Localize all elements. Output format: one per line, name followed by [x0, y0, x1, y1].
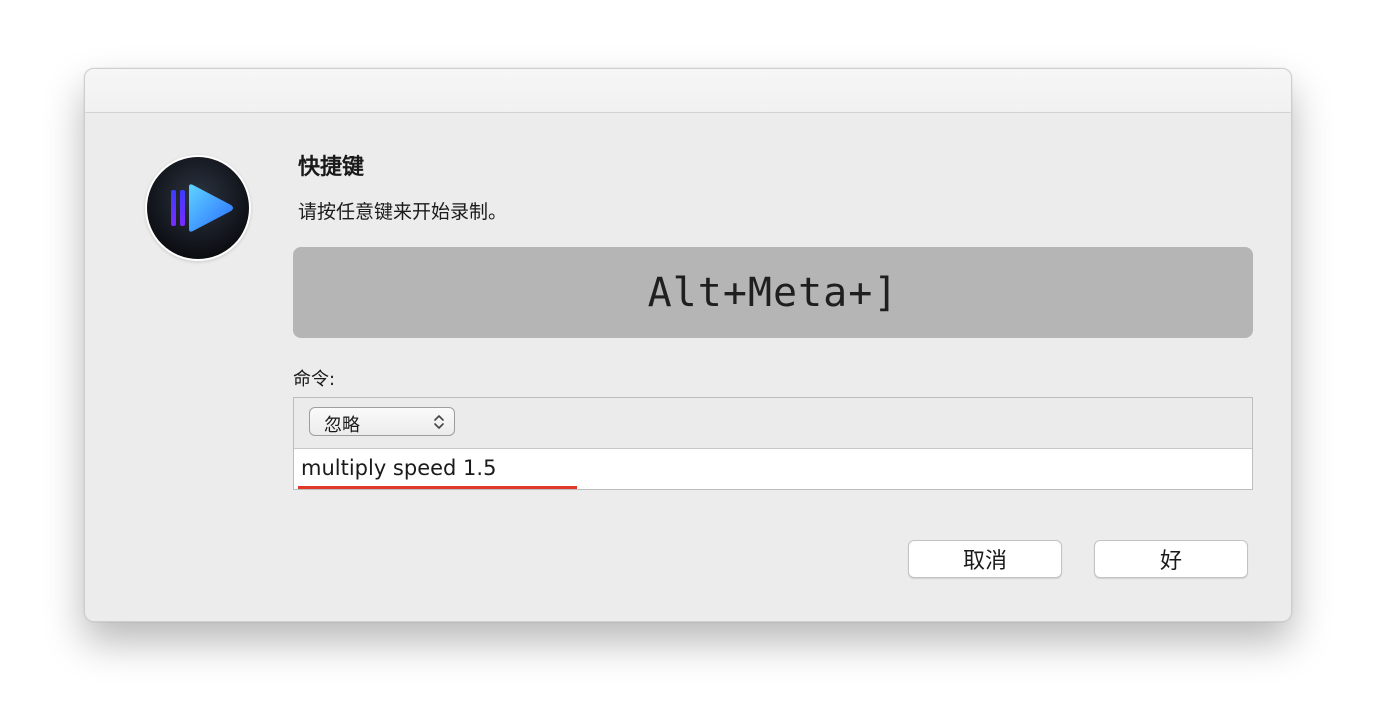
command-type-select[interactable]: 忽略 [309, 407, 455, 436]
iina-app-icon [145, 155, 251, 261]
dialog-instructions: 请按任意键来开始录制。 [298, 201, 508, 223]
spellcheck-underline [298, 486, 577, 489]
command-input[interactable]: multiply speed 1.5 [301, 456, 496, 480]
shortcut-dialog: 快捷键 请按任意键来开始录制。 Alt+Meta+] 命令: 忽略 multip… [84, 68, 1292, 622]
updown-chevron-icon [433, 413, 445, 435]
command-editor: 忽略 multiply speed 1.5 [293, 397, 1253, 490]
dialog-title: 快捷键 [298, 155, 365, 180]
recorded-key-display[interactable]: Alt+Meta+] [293, 247, 1253, 338]
command-toolbar: 忽略 [294, 398, 1252, 449]
command-label: 命令: [293, 369, 336, 390]
command-type-value: 忽略 [324, 415, 360, 436]
key-combo-text: Alt+Meta+] [647, 269, 899, 316]
cancel-button[interactable]: 取消 [908, 540, 1062, 578]
dialog-titlebar [85, 69, 1291, 113]
ok-button[interactable]: 好 [1094, 540, 1248, 578]
